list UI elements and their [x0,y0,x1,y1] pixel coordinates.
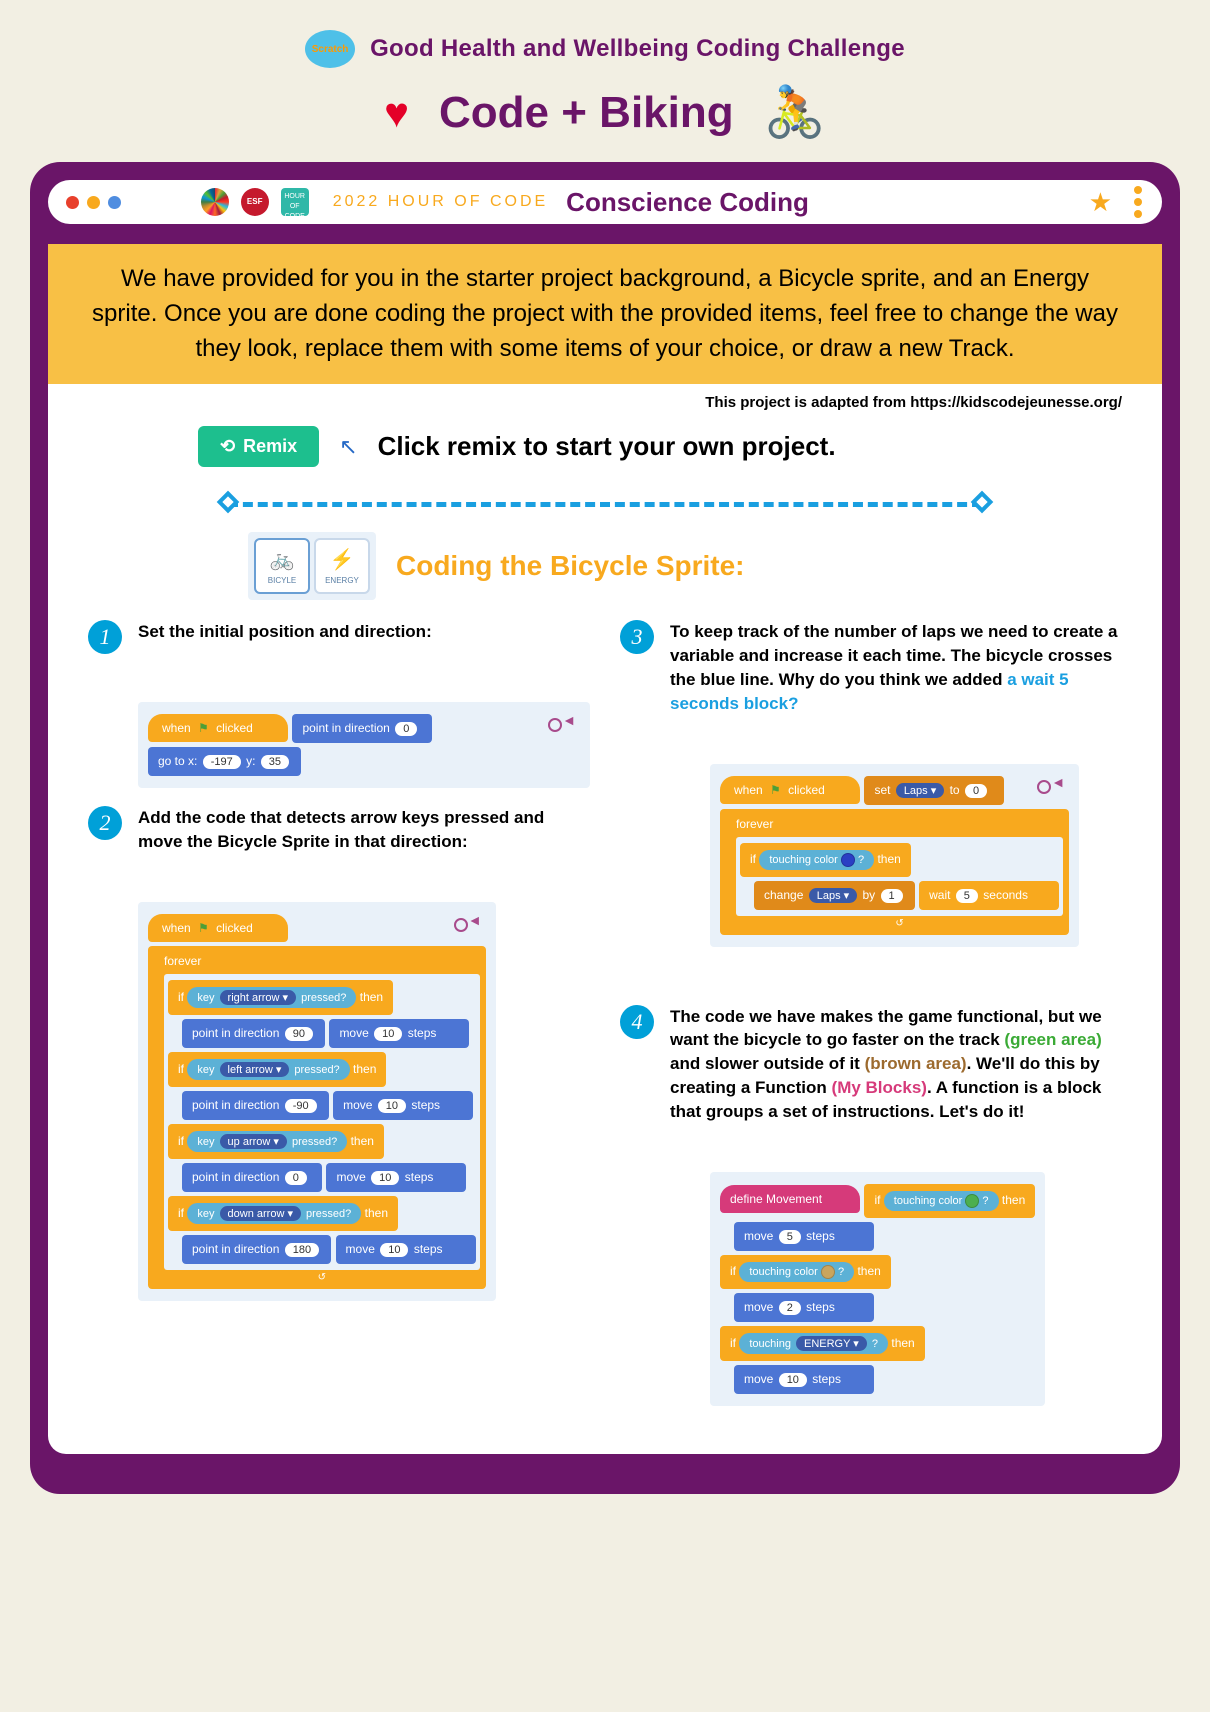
cursor-icon: ↖ [339,434,357,460]
step-badge: 3 [620,620,654,654]
block-when-clicked: when ⚑ clicked [148,914,288,942]
page-title: Code + Biking [439,88,734,138]
scratch-logo-icon: Scratch [305,30,355,68]
diamond-left-icon [217,491,240,514]
block-set-var: set Laps ▾ to 0 [864,776,1004,805]
bar-year-label: 2022 HOUR OF CODE [333,193,548,211]
code-block-3: when ⚑ clicked set Laps ▾ to 0 forever i… [710,764,1079,947]
block-define: define Movement [720,1185,860,1213]
sprite-energy[interactable]: ⚡ENERGY [314,538,370,594]
remix-button[interactable]: Remix [198,426,319,467]
code-block-2: when ⚑ clicked forever if key right arro… [138,902,496,1301]
step-badge: 2 [88,806,122,840]
heart-icon: ♥ [384,89,409,137]
intro-text: We have provided for you in the starter … [48,244,1162,384]
block-if: if key down arrow ▾ pressed? then [168,1196,398,1231]
block-forever: forever if key right arrow ▾ pressed? th… [148,946,486,1289]
sdg-wheel-icon [201,188,229,216]
block-if: if key left arrow ▾ pressed? then [168,1052,386,1087]
sprite-label: BICYLE [268,576,296,585]
block-change-var: change Laps ▾ by 1 [754,881,915,910]
max-dot-icon [108,196,121,209]
cyclist-icon: 🚴 [764,83,826,142]
step-badge: 1 [88,620,122,654]
sprite-label: ENERGY [325,576,359,585]
block-when-clicked: when ⚑ clicked [720,776,860,804]
star-icon[interactable]: ★ [1089,187,1112,218]
bicycle-sprite-icon [446,910,482,930]
block-when-clicked: when ⚑ clicked [148,714,288,742]
block-if: if touching color ? then [740,843,911,877]
block-if: if key right arrow ▾ pressed? then [168,980,393,1015]
block-move: move 10 steps [336,1235,476,1264]
window-controls [66,196,121,209]
min-dot-icon [87,196,100,209]
block-wait: wait 5 seconds [919,881,1059,910]
block-move: move 10 steps [326,1163,466,1192]
block-if: if touching color ? then [864,1184,1035,1218]
step-text: The code we have makes the game function… [670,1005,1122,1124]
block-point-direction: point in direction 90 [182,1019,325,1048]
code-block-1: when ⚑ clicked point in direction 0 go t… [138,702,590,788]
block-if: if key up arrow ▾ pressed? then [168,1124,384,1159]
sprite-selector: 🚲BICYLE ⚡ENERGY [248,532,376,600]
step-text: To keep track of the number of laps we n… [670,620,1122,715]
content-panel: We have provided for you in the starter … [48,244,1162,1454]
col-right: 3 To keep track of the number of laps we… [620,620,1122,1423]
bicycle-sprite-icon [1029,772,1065,792]
diamond-right-icon [971,491,994,514]
header-eyebrow: Good Health and Wellbeing Coding Challen… [370,35,905,63]
nav-forward-icon[interactable]: ▶ [167,192,181,213]
block-point-direction: point in direction 0 [292,714,432,743]
block-move: move 2 steps [734,1293,874,1322]
step-3: 3 To keep track of the number of laps we… [620,620,1122,715]
browser-address-bar: ◀ ▶ ESF HOUR OF CODE 2022 HOUR OF CODE C… [48,180,1162,224]
section-title: Coding the Bicycle Sprite: [396,550,745,582]
hour-of-code-badge-icon: HOUR OF CODE [281,188,309,216]
block-if: if touching ENERGY ▾ ? then [720,1326,925,1361]
browser-frame: ◀ ▶ ESF HOUR OF CODE 2022 HOUR OF CODE C… [30,162,1180,1494]
block-forever: forever if touching color ? then change … [720,809,1069,935]
block-point-direction: point in direction 180 [182,1235,331,1264]
sprite-bicycle[interactable]: 🚲BICYLE [254,538,310,594]
block-move: move 10 steps [329,1019,469,1048]
block-move: move 5 steps [734,1222,874,1251]
block-goto-xy: go to x: -197 y: 35 [148,747,301,776]
remix-instruction: Click remix to start your own project. [378,431,836,462]
close-dot-icon [66,196,79,209]
block-move: move 10 steps [333,1091,473,1120]
kebab-menu-icon[interactable] [1134,186,1142,218]
code-block-4: define Movement if touching color ? then… [710,1172,1045,1406]
step-1: 1 Set the initial position and direction… [88,620,590,654]
step-text: Set the initial position and direction: [138,620,432,654]
block-point-direction: point in direction 0 [182,1163,322,1192]
attribution-text: This project is adapted from https://kid… [48,384,1162,421]
block-move: move 10 steps [734,1365,874,1394]
bicycle-sprite-icon [540,710,576,730]
col-left: 1 Set the initial position and direction… [88,620,590,1423]
step-text: Add the code that detects arrow keys pre… [138,806,590,854]
divider [228,492,982,512]
step-badge: 4 [620,1005,654,1039]
esf-badge-icon: ESF [241,188,269,216]
block-if: if touching color ? then [720,1255,891,1289]
page-header: Scratch Good Health and Wellbeing Coding… [0,30,1210,142]
nav-back-icon[interactable]: ◀ [141,192,155,213]
block-point-direction: point in direction -90 [182,1091,329,1120]
step-2: 2 Add the code that detects arrow keys p… [88,806,590,854]
bar-title: Conscience Coding [566,187,809,218]
step-4: 4 The code we have makes the game functi… [620,1005,1122,1124]
